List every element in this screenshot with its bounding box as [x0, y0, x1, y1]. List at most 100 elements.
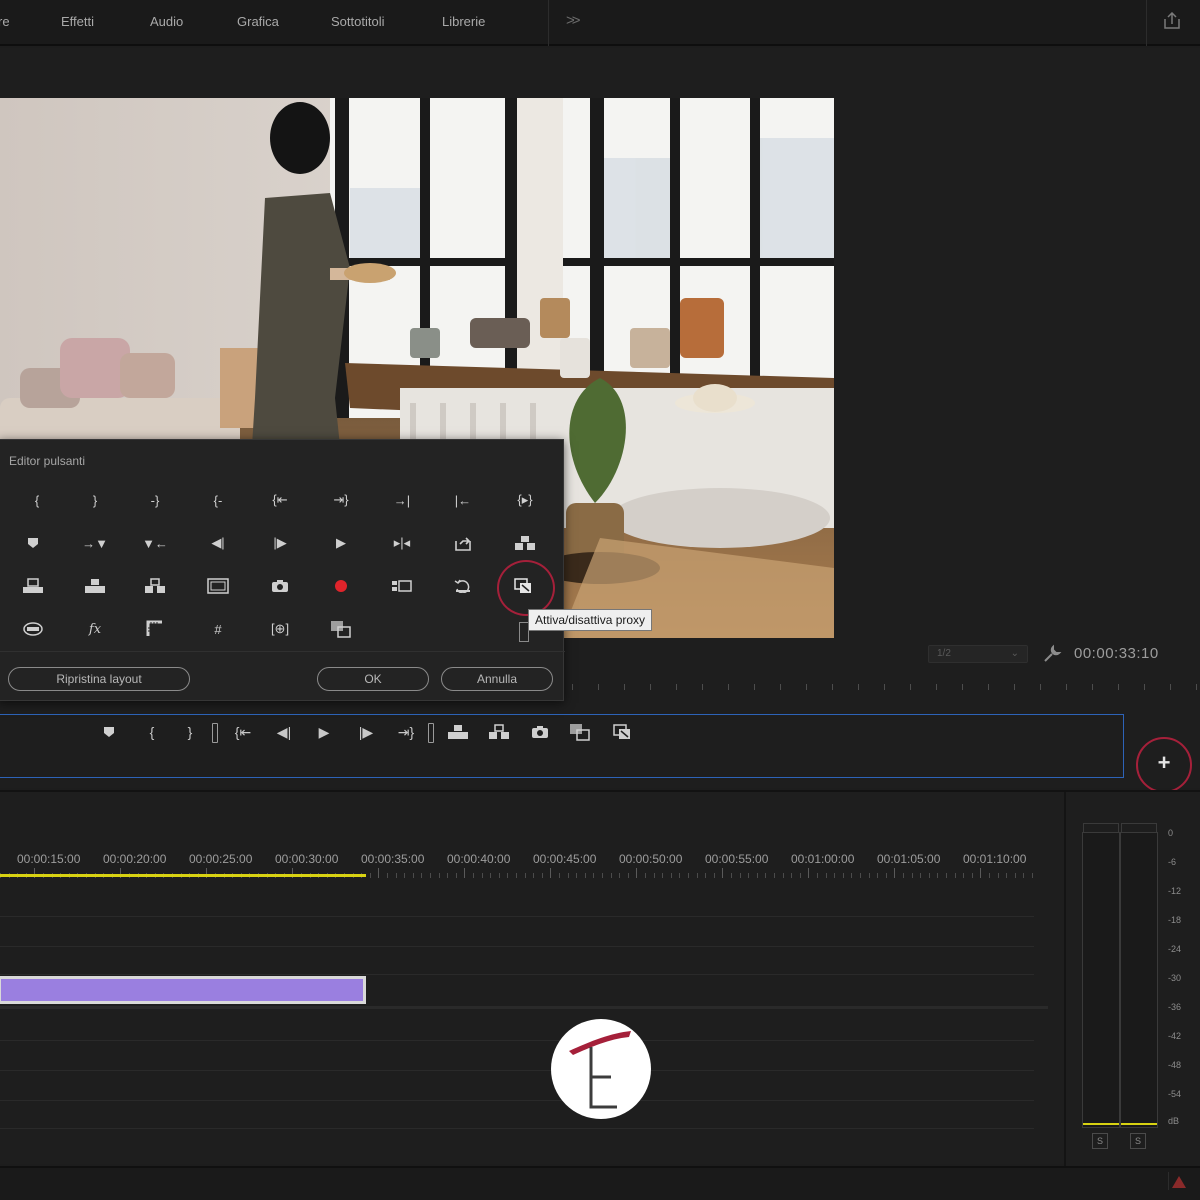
ruler-tick [1032, 873, 1033, 878]
record-icon[interactable] [325, 574, 357, 598]
vr-video-icon[interactable] [17, 617, 49, 641]
more-workspaces-icon[interactable]: >> [566, 12, 580, 29]
ruler-tick [1014, 873, 1016, 878]
menu-item-sottotitoli[interactable]: Sottotitoli [331, 14, 384, 29]
ok-button[interactable]: OK [317, 667, 429, 691]
ruler-tick [980, 868, 982, 878]
play-in-to-out-icon[interactable]: {▸} [509, 488, 541, 512]
add-marker-icon[interactable] [96, 721, 122, 743]
ruler-tick [498, 873, 500, 878]
ruler-tick [679, 873, 681, 878]
go-to-out-icon[interactable]: ⇥} [393, 721, 419, 743]
work-area-bar[interactable] [0, 874, 366, 877]
video-clip[interactable] [0, 976, 366, 1004]
step-forward-icon[interactable]: |▶ [353, 721, 379, 743]
add-marker-icon[interactable] [17, 531, 49, 555]
mark-out-icon[interactable]: } [79, 488, 111, 512]
solo-right-button[interactable]: S [1130, 1133, 1146, 1149]
ruler-tick [670, 873, 672, 878]
export-frame-camera-icon[interactable] [527, 721, 553, 743]
play-around-icon[interactable]: ▸|◂ [386, 531, 418, 555]
reset-layout-button[interactable]: Ripristina layout [8, 667, 190, 691]
mark-in-icon[interactable]: { [139, 721, 165, 743]
ruler-tick [971, 873, 973, 878]
safe-margins-icon[interactable] [202, 574, 234, 598]
button-editor-add-button[interactable]: + [1136, 737, 1192, 793]
mini-ruler-tick [650, 684, 651, 690]
mark-clip-icon[interactable]: -} [139, 488, 171, 512]
go-to-in-icon[interactable]: {⇤ [230, 721, 256, 743]
step-forward-icon[interactable]: |▶ [264, 531, 296, 555]
share-export-icon[interactable] [1162, 11, 1182, 35]
multicam-icon[interactable] [386, 574, 418, 598]
overwrite-icon[interactable] [17, 574, 49, 598]
monitor-mini-timeline[interactable] [560, 680, 1200, 694]
play-icon[interactable]: ▶ [325, 531, 357, 555]
snap-guides-icon[interactable]: [⊕] [264, 617, 296, 641]
ruler-tick [438, 873, 440, 878]
export-frame-camera-icon[interactable] [264, 574, 296, 598]
settings-wrench-icon[interactable] [1042, 644, 1062, 669]
ruler-tick [473, 873, 474, 878]
warning-icon[interactable] [1168, 1172, 1188, 1190]
mini-ruler-tick [988, 684, 989, 690]
dialog-title: Editor pulsanti [9, 454, 86, 468]
fx-toggle-icon[interactable]: fx [79, 617, 111, 641]
comparison-view-icon[interactable] [567, 721, 593, 743]
chevron-down-icon: ⌄ [1010, 648, 1019, 659]
cancel-button[interactable]: Annulla [441, 667, 553, 691]
menu-item-effetti[interactable]: Effetti [61, 14, 94, 29]
insert-icon[interactable] [509, 531, 541, 555]
menu-item-librerie[interactable]: Librerie [442, 14, 485, 29]
playback-resolution-select[interactable]: 1/2 ⌄ [928, 645, 1028, 663]
menu-item-grafica[interactable]: Grafica [237, 14, 279, 29]
go-to-out-icon[interactable]: ⇥} [325, 488, 357, 512]
ruler-tick [516, 873, 517, 878]
extract-icon[interactable] [139, 574, 171, 598]
monitor-button-bar[interactable]: { } {⇤ ◀| ▶ |▶ ⇥} [0, 714, 1124, 778]
restore-cropped-view-icon[interactable] [447, 574, 479, 598]
ruler-tick [533, 873, 535, 878]
mini-ruler-tick [598, 684, 599, 690]
go-to-previous-marker-icon[interactable]: ▼← [139, 531, 171, 555]
extract-icon[interactable] [486, 721, 512, 743]
mini-ruler-tick [806, 684, 807, 690]
menu-item-partial[interactable]: re [0, 14, 10, 29]
go-to-in-icon[interactable]: {⇤ [264, 488, 296, 512]
go-to-next-marker-icon[interactable]: →▼ [79, 531, 111, 555]
mark-out-icon[interactable]: } [177, 721, 203, 743]
ruler-tick [421, 873, 423, 878]
step-back-icon[interactable]: ◀| [271, 721, 297, 743]
solo-left-button[interactable]: S [1092, 1133, 1108, 1149]
rulers-icon[interactable] [139, 617, 171, 641]
guides-icon[interactable]: # [202, 617, 234, 641]
ruler-tick [490, 873, 492, 878]
ruler-tick [868, 873, 870, 878]
ruler-tick [877, 873, 879, 878]
mini-ruler-tick [1144, 684, 1145, 690]
go-to-previous-edit-icon[interactable]: |← [447, 488, 479, 512]
mini-ruler-tick [1196, 684, 1197, 690]
playback-resolution-value: 1/2 [937, 648, 951, 659]
db-scale-label: -30 [1168, 973, 1182, 983]
ruler-tick [610, 873, 612, 878]
ruler-tick [825, 873, 827, 878]
clear-in-icon[interactable]: {- [202, 488, 234, 512]
lift-icon[interactable] [445, 721, 471, 743]
mini-ruler-tick [624, 684, 625, 690]
track-divider [0, 1128, 1034, 1129]
ruler-tick [584, 873, 586, 878]
menu-item-audio[interactable]: Audio [150, 14, 183, 29]
loop-playback-icon[interactable] [447, 531, 479, 555]
play-icon[interactable]: ▶ [311, 721, 337, 743]
ruler-tick [791, 873, 793, 878]
mini-ruler-tick [780, 684, 781, 690]
mark-in-icon[interactable]: { [21, 488, 53, 512]
button-group-separator [428, 723, 434, 743]
step-back-icon[interactable]: ◀| [202, 531, 234, 555]
comparison-view-icon[interactable] [325, 617, 357, 641]
program-timecode[interactable]: 00:00:33:10 [1074, 645, 1159, 662]
toggle-proxy-icon[interactable] [609, 721, 635, 743]
lift-icon[interactable] [79, 574, 111, 598]
go-to-next-edit-icon[interactable]: →| [386, 488, 418, 512]
